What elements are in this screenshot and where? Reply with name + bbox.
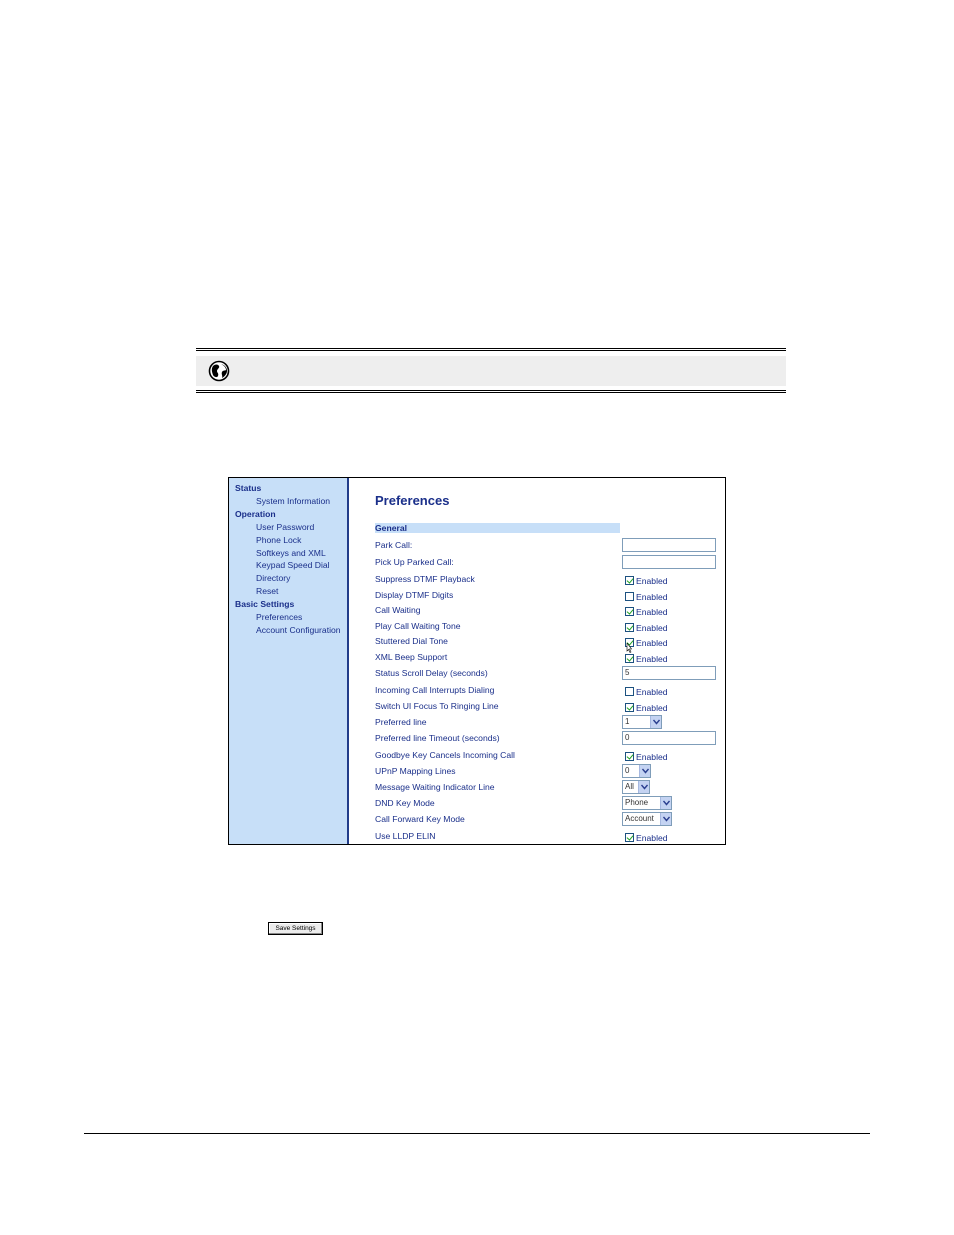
chevron-down-icon[interactable] [660, 813, 671, 825]
enabled-checkbox-group[interactable]: Enabled [625, 606, 668, 617]
enabled-checkbox-group[interactable]: Enabled [625, 702, 668, 713]
text-input[interactable]: 5 [622, 666, 716, 680]
checkbox-checked[interactable] [625, 752, 634, 762]
checkbox-label: Enabled [636, 702, 668, 713]
section-header-general: General [375, 523, 620, 533]
sidebar-item-reset[interactable]: Reset [256, 586, 278, 596]
row-label: Park Call: [375, 540, 413, 550]
chevron-down-icon[interactable] [650, 716, 661, 728]
footer-rule [84, 1133, 870, 1134]
checkbox-label: Enabled [636, 637, 668, 648]
checkbox-label: Enabled [636, 653, 668, 664]
checkbox-label: Enabled [636, 606, 668, 617]
row-label: Preferred line Timeout (seconds) [375, 733, 500, 743]
preferences-panel: Preferences General Park Call: Pick Up Pa… [349, 478, 725, 844]
dropdown-select[interactable]: 1 [622, 715, 662, 729]
preferences-screenshot: Status System Information Operation User Pa… [228, 477, 726, 845]
bar-shade [196, 356, 786, 386]
row-label: XML Beep Support [375, 652, 448, 662]
enabled-checkbox-group[interactable]: Enabled [625, 622, 668, 633]
row-label: Call Forward Key Mode [375, 814, 465, 824]
checkbox-label: Enabled [636, 622, 668, 633]
text-input[interactable] [622, 538, 716, 552]
sidebar-nav: Status System Information Operation User Pa… [229, 478, 349, 844]
row-label: UPnP Mapping Lines [375, 766, 456, 776]
enabled-checkbox-group[interactable]: Enabled [625, 832, 668, 843]
checkbox-checked[interactable] [625, 607, 634, 617]
row-label: Incoming Call Interrupts Dialing [375, 685, 495, 695]
checkbox-label: Enabled [636, 591, 668, 602]
checkbox-label: Enabled [636, 686, 668, 697]
enabled-checkbox-group[interactable]: Enabled [625, 653, 668, 664]
row-label: Call Waiting [375, 605, 421, 615]
enabled-checkbox-group[interactable]: Enabled [625, 575, 668, 586]
text-input[interactable] [622, 555, 716, 569]
select-value: Account [625, 814, 654, 823]
row-label: DND Key Mode [375, 798, 435, 808]
row-label: Display DTMF Digits [375, 590, 454, 600]
sidebar-item-softkeys-and-xml[interactable]: Softkeys and XML [256, 548, 326, 558]
row-label: Use LLDP ELIN [375, 831, 436, 841]
sidebar-item-keypad-speed-dial[interactable]: Keypad Speed Dial [256, 560, 330, 570]
row-label: Play Call Waiting Tone [375, 621, 461, 631]
row-label: Preferred line [375, 717, 427, 727]
sidebar-item-system-information[interactable]: System Information [256, 496, 330, 506]
row-label: Pick Up Parked Call: [375, 557, 454, 567]
sidebar-item-preferences[interactable]: Preferences [256, 612, 302, 622]
nav-section-status[interactable]: Status [235, 483, 261, 493]
globe-icon [208, 360, 230, 382]
row-label: Message Waiting Indicator Line [375, 782, 495, 792]
select-value: Phone [625, 798, 649, 807]
enabled-checkbox-group[interactable]: Enabled [625, 686, 668, 697]
checkbox-checked[interactable] [625, 654, 634, 664]
row-label: Suppress DTMF Playback [375, 574, 475, 584]
checkbox-unchecked[interactable] [625, 592, 634, 602]
row-label: Stuttered Dial Tone [375, 636, 448, 646]
sidebar-item-directory[interactable]: Directory [256, 573, 290, 583]
row-label: Switch UI Focus To Ringing Line [375, 701, 499, 711]
chevron-down-icon[interactable] [638, 781, 649, 793]
row-label: Status Scroll Delay (seconds) [375, 668, 488, 678]
select-value: 1 [625, 717, 630, 726]
web-ui-reference-bar [196, 348, 786, 393]
nav-section-operation[interactable]: Operation [235, 509, 276, 519]
checkbox-label: Enabled [636, 832, 668, 843]
dropdown-select[interactable]: 0 [622, 764, 651, 778]
nav-section-basic-settings[interactable]: Basic Settings [235, 599, 294, 609]
sidebar-item-phone-lock[interactable]: Phone Lock [256, 535, 301, 545]
sidebar-item-account-configuration[interactable]: Account Configuration [256, 625, 341, 635]
chevron-down-icon[interactable] [639, 765, 650, 777]
checkbox-label: Enabled [636, 751, 668, 762]
checkbox-label: Enabled [636, 575, 668, 586]
text-input[interactable]: 0 [622, 731, 716, 745]
enabled-checkbox-group[interactable]: Enabled [625, 751, 668, 762]
save-settings-button[interactable]: Save Settings [268, 922, 323, 935]
dropdown-select[interactable]: Phone [622, 796, 672, 810]
checkbox-checked[interactable] [625, 703, 634, 713]
checkbox-checked[interactable] [625, 576, 634, 586]
select-value: All [625, 782, 634, 791]
page-title: Preferences [375, 493, 450, 508]
checkbox-unchecked[interactable] [625, 687, 634, 697]
dropdown-select[interactable]: All [622, 780, 650, 794]
row-label: Goodbye Key Cancels Incoming Call [375, 750, 515, 760]
select-value: 0 [625, 766, 630, 775]
chevron-down-icon[interactable] [660, 797, 671, 809]
checkbox-checked[interactable] [625, 623, 634, 633]
dropdown-select[interactable]: Account [622, 812, 672, 826]
sidebar-item-user-password[interactable]: User Password [256, 522, 314, 532]
enabled-checkbox-group[interactable]: Enabled [625, 591, 668, 602]
checkbox-checked[interactable] [625, 833, 634, 843]
mouse-cursor-icon [626, 643, 632, 653]
